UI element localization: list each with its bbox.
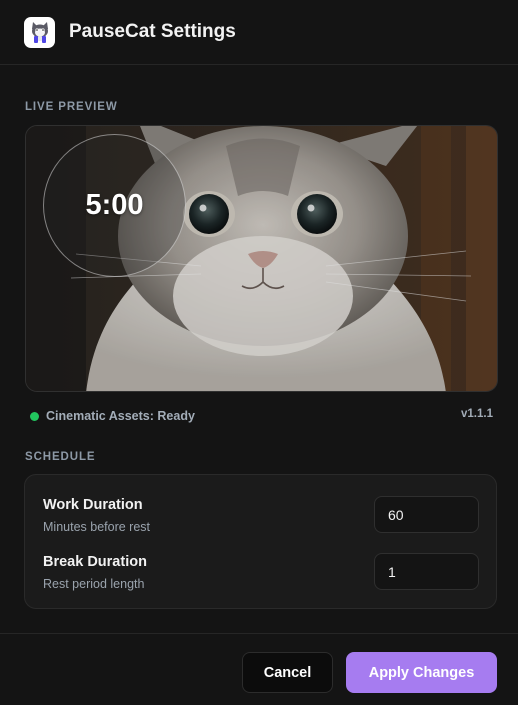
schedule-label: SCHEDULE [25,451,96,463]
work-duration-row: Work Duration Minutes before rest [43,496,480,537]
break-duration-subtitle: Rest period length [43,577,145,591]
break-duration-row: Break Duration Rest period length [43,553,480,594]
status-text: Cinematic Assets: Ready [46,409,195,423]
schedule-card: Work Duration Minutes before rest Break … [24,474,497,609]
cat-app-icon [24,16,55,48]
apply-changes-button[interactable]: Apply Changes [346,652,497,693]
app-title: PauseCat Settings [69,21,236,42]
status-dot-icon [30,411,39,421]
break-duration-title: Break Duration [43,554,147,570]
cancel-button[interactable]: Cancel [242,652,333,693]
live-preview: 5:00 [25,125,498,392]
app-header: PauseCat Settings [0,0,518,65]
countdown-text: 5:00 [85,189,144,221]
version-label: v1.1.1 [461,408,493,420]
break-duration-input[interactable] [374,553,479,590]
live-preview-label: LIVE PREVIEW [25,101,118,113]
work-duration-input[interactable] [374,496,479,533]
footer-bar: Cancel Apply Changes [0,633,518,705]
countdown-timer: 5:00 [43,134,186,277]
work-duration-subtitle: Minutes before rest [43,520,150,534]
asset-status: Cinematic Assets: Ready v1.1.1 [30,407,506,425]
work-duration-title: Work Duration [43,497,143,513]
